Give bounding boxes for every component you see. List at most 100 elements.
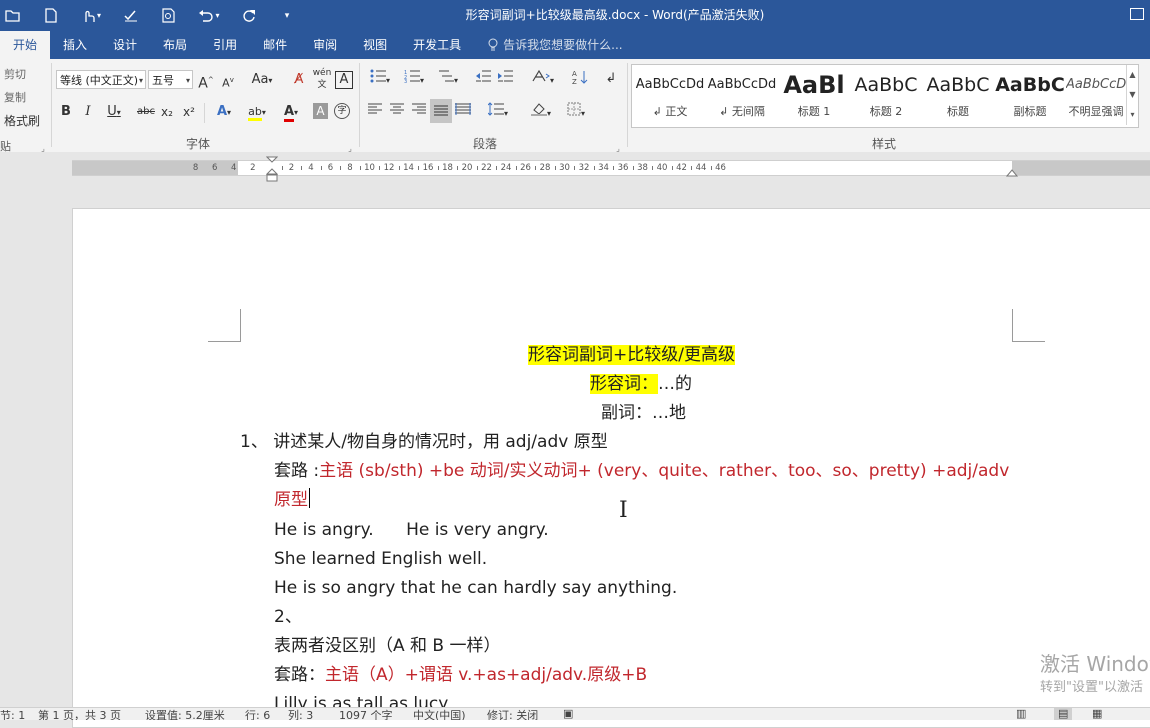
text-caret [309, 488, 310, 508]
justify-button[interactable] [430, 99, 452, 123]
item2-number[interactable]: 2、 [274, 605, 302, 629]
pattern1-text: 主语 (sb/sth) +be 动词/实义动词+ (very、quite、rat… [319, 461, 1010, 481]
tab-home[interactable]: 开始 [0, 31, 51, 59]
style-subtle-emphasis[interactable]: AaBbCcD 不明显强调 [1066, 65, 1126, 125]
print-layout-icon[interactable]: ▤ [1054, 708, 1073, 720]
style-heading-1[interactable]: AaBl 标题 1 [778, 65, 850, 125]
highlight-button[interactable]: ab▾ [242, 102, 272, 122]
read-mode-icon[interactable]: ▥ [1016, 708, 1026, 720]
style-normal[interactable]: AaBbCcDd ↲ 正文 [634, 65, 706, 125]
strikethrough-button[interactable]: abc [135, 102, 157, 122]
tab-developer[interactable]: 开发工具 [400, 31, 474, 59]
status-col[interactable]: 列: 3 [288, 708, 313, 720]
macro-icon[interactable]: ▣ [563, 708, 573, 720]
italic-button[interactable]: I [80, 102, 96, 122]
borders-button[interactable]: ▾ [562, 102, 590, 122]
example-line-1[interactable]: He is angry. He is very angry. [274, 518, 549, 542]
tab-review[interactable]: 审阅 [300, 31, 350, 59]
status-row[interactable]: 行: 6 [245, 708, 270, 720]
change-case-button[interactable]: Aa▾ [248, 70, 276, 90]
font-color-button[interactable]: A▾ [276, 102, 306, 122]
decrease-indent-button[interactable] [474, 69, 492, 89]
crop-mark [208, 309, 241, 342]
tab-layout[interactable]: 布局 [150, 31, 200, 59]
sort-button[interactable]: AZ [571, 69, 589, 89]
tab-design[interactable]: 设计 [100, 31, 150, 59]
status-page[interactable]: 第 1 页，共 3 页 [38, 708, 121, 720]
phonetic-guide-button[interactable]: wén 文 [312, 67, 332, 90]
doc-title[interactable]: 形容词副词+比较级/更高级 [528, 343, 735, 367]
status-language[interactable]: 中文(中国) [413, 708, 466, 720]
adj-line[interactable]: 形容词：…的 [590, 372, 692, 396]
status-section[interactable]: 节: 1 [0, 708, 25, 720]
status-position[interactable]: 设置值: 5.2厘米 [145, 708, 225, 720]
ruler-label: 8 [192, 163, 199, 173]
numbering-button[interactable]: 1 2 3 ▾ [400, 69, 428, 89]
ruler-tick [652, 166, 654, 170]
copy-button[interactable]: 复制 [4, 89, 26, 105]
font-name-select[interactable]: 等线 (中文正文) ▾ [56, 70, 146, 89]
tab-references[interactable]: 引用 [200, 31, 250, 59]
subscript-button[interactable]: x₂ [158, 102, 176, 122]
tab-mailings[interactable]: 邮件 [250, 31, 300, 59]
character-border-button[interactable]: A [335, 71, 353, 89]
item2-line[interactable]: 表两者没区别（A 和 B 一样） [274, 634, 501, 658]
tell-me-box[interactable]: 告诉我您想要做什么... [488, 31, 623, 59]
text-effects-button[interactable]: A▾ [210, 102, 238, 122]
clear-format-icon[interactable]: A̸ [290, 70, 308, 90]
style-no-spacing[interactable]: AaBbCcDd ↲ 无间隔 [706, 65, 778, 125]
status-revision[interactable]: 修订: 关闭 [487, 708, 538, 720]
scroll-up-icon[interactable]: ▲ [1127, 65, 1138, 85]
line-spacing-button[interactable]: ▾ [484, 102, 512, 122]
indent-marker[interactable] [265, 156, 279, 182]
align-center-button[interactable] [388, 102, 406, 122]
shading-button[interactable]: ▾ [527, 102, 555, 122]
bullets-button[interactable]: ▾ [366, 69, 394, 89]
ruler-label: 26 [520, 163, 531, 173]
item1-line[interactable]: 1、 讲述某人/物自身的情况时，用 adj/adv 原型 [240, 430, 608, 454]
underline-button[interactable]: U▾ [102, 102, 126, 122]
grow-font-button[interactable]: A^ [198, 70, 214, 92]
scroll-down-icon[interactable]: ▼ [1127, 85, 1138, 105]
chinese-layout-button[interactable]: ▾ [528, 69, 558, 89]
styles-scroll[interactable]: ▲ ▼ ▾ [1126, 65, 1138, 125]
example-line-2[interactable]: She learned English well. [274, 547, 487, 571]
item1-number: 1、 [240, 432, 268, 452]
style-subtitle[interactable]: AaBbC 副标题 [994, 65, 1066, 125]
restore-icon[interactable] [1130, 8, 1144, 20]
superscript-button[interactable]: x² [180, 102, 198, 122]
web-layout-icon[interactable]: ▦ [1092, 708, 1102, 720]
ruler-label: 42 [676, 163, 687, 173]
ruler-label: 8 [347, 163, 353, 173]
align-right-button[interactable] [410, 102, 428, 122]
bold-button[interactable]: B [58, 102, 74, 122]
increase-indent-button[interactable] [496, 69, 514, 89]
multilevel-list-button[interactable]: ▾ [434, 69, 462, 89]
format-painter-button[interactable]: 格式刷 [4, 112, 40, 129]
example-line-3[interactable]: He is so angry that he can hardly say an… [274, 576, 677, 600]
align-left-button[interactable] [366, 102, 384, 122]
show-marks-button[interactable]: ↲ [602, 69, 620, 89]
tab-view[interactable]: 视图 [350, 31, 400, 59]
shrink-font-button[interactable]: Av [220, 70, 236, 90]
cut-button[interactable]: 剪切 [4, 66, 26, 82]
enclose-characters-button[interactable]: 字 [334, 103, 350, 119]
ruler-tick [418, 166, 420, 170]
pattern1-cont-line[interactable]: 原型 [274, 488, 310, 512]
style-title[interactable]: AaBbC 标题 [922, 65, 994, 125]
ruler-label: 20 [461, 163, 473, 173]
pattern2-line[interactable]: 套路：主语（A）+谓语 v.+as+adj/adv.原级+B [274, 663, 647, 687]
pattern1-line[interactable]: 套路 :主语 (sb/sth) +be 动词/实义动词+ (very、quite… [274, 459, 1009, 483]
style-heading-2[interactable]: AaBbC 标题 2 [850, 65, 922, 125]
more-styles-icon[interactable]: ▾ [1127, 105, 1138, 125]
right-indent-marker[interactable] [1005, 164, 1019, 178]
character-shading-button[interactable]: A [313, 103, 328, 119]
font-size-select[interactable]: 五号 ▾ [148, 70, 193, 89]
ruler-tick [593, 166, 595, 170]
distributed-button[interactable] [454, 102, 472, 122]
right-margin-area [1012, 161, 1150, 175]
status-words[interactable]: 1097 个字 [339, 708, 393, 720]
tab-insert[interactable]: 插入 [50, 31, 100, 59]
adv-line[interactable]: 副词：…地 [601, 401, 686, 425]
style-preview: AaBbCcDd [707, 77, 777, 92]
